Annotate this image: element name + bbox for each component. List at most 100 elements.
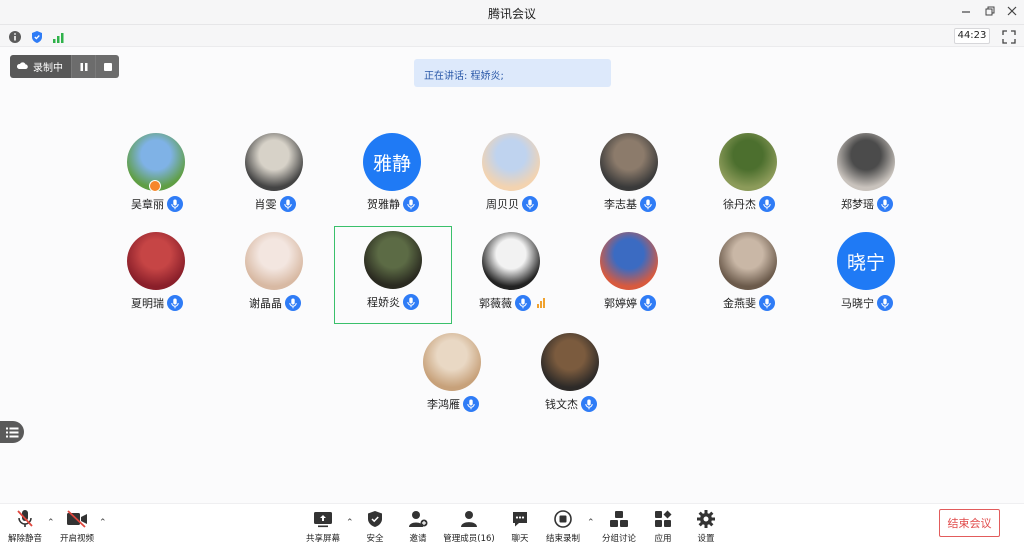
participant-name-row: 夏明瑞 xyxy=(98,294,216,312)
participant-tile[interactable]: 李志基 xyxy=(571,129,689,227)
participant-tile[interactable]: 吴章丽 xyxy=(98,129,216,227)
participant-tile[interactable]: 雅静 贺雅静 xyxy=(334,129,452,227)
mic-icon xyxy=(759,295,775,311)
participant-tile[interactable]: 金燕斐 xyxy=(690,228,808,326)
avatar xyxy=(245,133,303,191)
avatar xyxy=(719,133,777,191)
participant-name-row: 肖雯 xyxy=(216,195,334,213)
participant-tile[interactable]: 李鸿雁 xyxy=(394,329,512,427)
avatar xyxy=(719,232,777,290)
signal-icon[interactable] xyxy=(52,29,66,43)
restore-icon[interactable] xyxy=(982,4,998,20)
participant-tile[interactable]: 周贝贝 xyxy=(453,129,571,227)
participant-name-row: 程娇炎 xyxy=(335,293,451,311)
avatar xyxy=(600,232,658,290)
invite-label: 邀请 xyxy=(409,534,427,544)
participant-name-row: 徐丹杰 xyxy=(690,195,808,213)
shield-icon[interactable] xyxy=(30,29,44,43)
mic-icon xyxy=(877,196,893,212)
meeting-toolbar: 解除静音 ⌃ 开启视频 ⌃ 共享屏幕 ⌃ 安全 邀请 管理成员(16) 聊天 结… xyxy=(0,503,1024,546)
participant-name-row: 贺雅静 xyxy=(334,195,452,213)
participant-tile[interactable]: 钱文杰 xyxy=(512,329,630,427)
stop-record-icon xyxy=(554,510,572,528)
participant-name: 钱文杰 xyxy=(545,398,578,411)
participant-tile[interactable]: 徐丹杰 xyxy=(690,129,808,227)
participant-tile[interactable]: 郑梦瑶 xyxy=(808,129,926,227)
participant-name: 肖雯 xyxy=(254,198,277,211)
unmute-label: 解除静音 xyxy=(7,534,42,544)
list-icon xyxy=(5,427,18,437)
apps-button[interactable]: 应用 xyxy=(648,509,678,544)
share-screen-icon xyxy=(314,512,332,528)
settings-button[interactable]: 设置 xyxy=(691,509,721,544)
stop-recording-button[interactable] xyxy=(95,55,119,78)
pause-icon xyxy=(80,62,87,71)
participant-name-row: 谢晶晶 xyxy=(216,294,334,312)
mic-icon xyxy=(167,295,183,311)
avatar xyxy=(245,232,303,290)
fullscreen-icon[interactable] xyxy=(1002,29,1016,44)
participant-name-row: 钱文杰 xyxy=(512,395,630,413)
gear-icon xyxy=(697,510,715,528)
participant-tile[interactable]: 夏明瑞 xyxy=(98,228,216,326)
recording-label: 录制中 xyxy=(33,63,63,74)
share-screen-button[interactable]: 共享屏幕 xyxy=(304,509,342,544)
mic-icon xyxy=(759,196,775,212)
participant-name-row: 吴章丽 xyxy=(98,195,216,213)
participant-name: 徐丹杰 xyxy=(723,198,756,211)
participant-tile[interactable]: 谢晶晶 xyxy=(216,228,334,326)
participant-tile[interactable]: 郭婷婷 xyxy=(571,228,689,326)
unmute-button[interactable]: 解除静音 xyxy=(6,509,44,544)
apps-icon xyxy=(655,510,672,527)
camera-off-icon xyxy=(67,510,87,528)
participant-name: 李志基 xyxy=(604,198,637,211)
mic-icon xyxy=(285,295,301,311)
avatar xyxy=(482,232,540,290)
start-video-button[interactable]: 开启视频 xyxy=(58,509,96,544)
avatar xyxy=(600,133,658,191)
breakout-icon xyxy=(610,511,628,527)
participant-tile[interactable]: 晓宁 马晓宁 xyxy=(808,228,926,326)
breakout-label: 分组讨论 xyxy=(601,534,636,544)
avatar xyxy=(837,133,895,191)
participant-name: 程娇炎 xyxy=(367,296,400,309)
participant-name: 贺雅静 xyxy=(367,198,400,211)
mic-muted-icon xyxy=(17,510,33,527)
info-icon[interactable] xyxy=(8,29,22,43)
recording-options-chevron-icon[interactable]: ⌃ xyxy=(587,518,595,528)
end-recording-button[interactable]: 结束录制 xyxy=(543,509,583,544)
video-options-chevron-icon[interactable]: ⌃ xyxy=(99,518,107,528)
participant-name: 郭薇薇 xyxy=(479,297,512,310)
security-button[interactable]: 安全 xyxy=(360,509,390,544)
pause-recording-button[interactable] xyxy=(71,55,95,78)
breakout-button[interactable]: 分组讨论 xyxy=(600,509,638,544)
participant-name-row: 马晓宁 xyxy=(808,294,926,312)
participant-list-toggle[interactable] xyxy=(0,421,24,443)
participant-tile-active-speaker[interactable]: 程娇炎 xyxy=(334,226,452,324)
members-icon xyxy=(461,511,477,527)
avatar xyxy=(127,232,185,290)
chat-button[interactable]: 聊天 xyxy=(505,509,535,544)
end-meeting-button[interactable]: 结束会议 xyxy=(939,509,1000,537)
participant-tile[interactable]: 郭薇薇 xyxy=(453,228,571,326)
participant-name-row: 金燕斐 xyxy=(690,294,808,312)
title-bar: 腾讯会议 xyxy=(0,0,1024,25)
share-options-chevron-icon[interactable]: ⌃ xyxy=(346,518,354,528)
participant-tile[interactable]: 肖雯 xyxy=(216,129,334,227)
speaking-indicator: 正在讲话: 程娇炎; xyxy=(414,59,611,87)
avatar: 晓宁 xyxy=(837,232,895,290)
mic-icon xyxy=(522,196,538,212)
meeting-window: 腾讯会议 44:23 录制中 正在讲话: 程娇炎; 吴章丽 肖雯 雅静 贺雅静 … xyxy=(0,0,1024,546)
avatar xyxy=(482,133,540,191)
mic-icon xyxy=(403,196,419,212)
close-icon[interactable] xyxy=(1004,4,1020,20)
audio-options-chevron-icon[interactable]: ⌃ xyxy=(47,518,55,528)
participant-name-row: 郭薇薇 xyxy=(453,294,571,312)
invite-button[interactable]: 邀请 xyxy=(403,509,433,544)
manage-members-button[interactable]: 管理成员(16) xyxy=(442,509,496,544)
participant-name-row: 郭婷婷 xyxy=(571,294,689,312)
recording-status: 录制中 xyxy=(10,55,71,78)
participant-name: 吴章丽 xyxy=(131,198,164,211)
stop-icon xyxy=(103,62,112,71)
minimize-icon[interactable] xyxy=(958,4,974,20)
